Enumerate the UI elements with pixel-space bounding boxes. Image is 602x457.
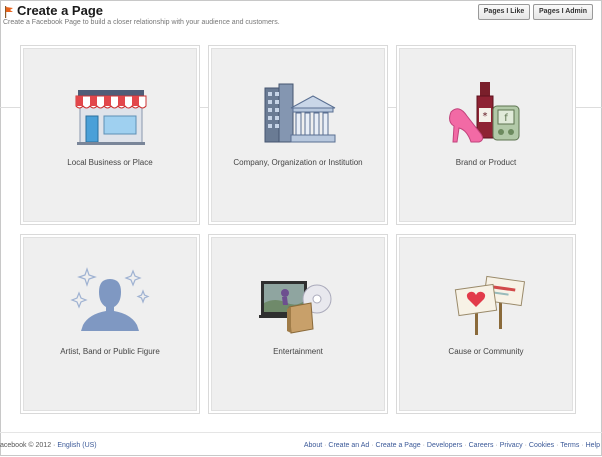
tv-film-icon (259, 281, 332, 334)
category-label: Cause or Community (448, 347, 524, 356)
footer-link-help[interactable]: Help (586, 442, 600, 449)
category-label: Artist, Band or Public Figure (60, 347, 160, 356)
footer-link-about[interactable]: About (304, 442, 322, 449)
language-link[interactable]: English (US) (57, 442, 96, 449)
category-label: Brand or Product (455, 158, 517, 167)
page-footer: acebook © 2012 · English (US) About · Cr… (0, 432, 602, 457)
footer-left: acebook © 2012 · English (US) (0, 442, 97, 449)
person-silhouette-icon (70, 267, 150, 331)
office-buildings-icon (264, 83, 336, 143)
storefront-icon (75, 90, 147, 145)
category-label: Company, Organization or Institution (233, 158, 363, 167)
category-company[interactable]: Company, Organization or Institution (208, 45, 388, 225)
footer-link-privacy[interactable]: Privacy (500, 442, 523, 449)
page-title: Create a Page (17, 3, 103, 18)
category-local-business[interactable]: Local Business or Place (20, 45, 200, 225)
category-artist[interactable]: Artist, Band or Public Figure (20, 234, 200, 414)
page-subtitle: Create a Facebook Page to build a closer… (3, 19, 280, 26)
footer-link-create-page[interactable]: Create a Page (376, 442, 421, 449)
page-header: Create a Page Create a Facebook Page to … (0, 0, 602, 32)
flag-icon (5, 6, 13, 18)
products-icon: * f (449, 82, 520, 143)
copyright-text: acebook © 2012 · (0, 442, 56, 449)
category-entertainment[interactable]: Entertainment (208, 234, 388, 414)
footer-link-careers[interactable]: Careers (469, 442, 494, 449)
footer-link-cookies[interactable]: Cookies (529, 442, 554, 449)
footer-links: About · Create an Ad · Create a Page · D… (303, 442, 600, 449)
footer-link-create-ad[interactable]: Create an Ad (328, 442, 369, 449)
svg-text:f: f (504, 113, 508, 124)
svg-text:*: * (483, 111, 488, 122)
category-label: Entertainment (273, 347, 323, 356)
category-label: Local Business or Place (67, 158, 153, 167)
category-cause[interactable]: Cause or Community (396, 234, 576, 414)
pages-i-like-button[interactable]: Pages I Like (478, 4, 530, 20)
category-brand[interactable]: * f Brand or Product (396, 45, 576, 225)
pages-i-admin-button[interactable]: Pages I Admin (533, 4, 593, 20)
protest-signs-icon (454, 275, 526, 335)
footer-link-developers[interactable]: Developers (427, 442, 462, 449)
footer-link-terms[interactable]: Terms (560, 442, 579, 449)
